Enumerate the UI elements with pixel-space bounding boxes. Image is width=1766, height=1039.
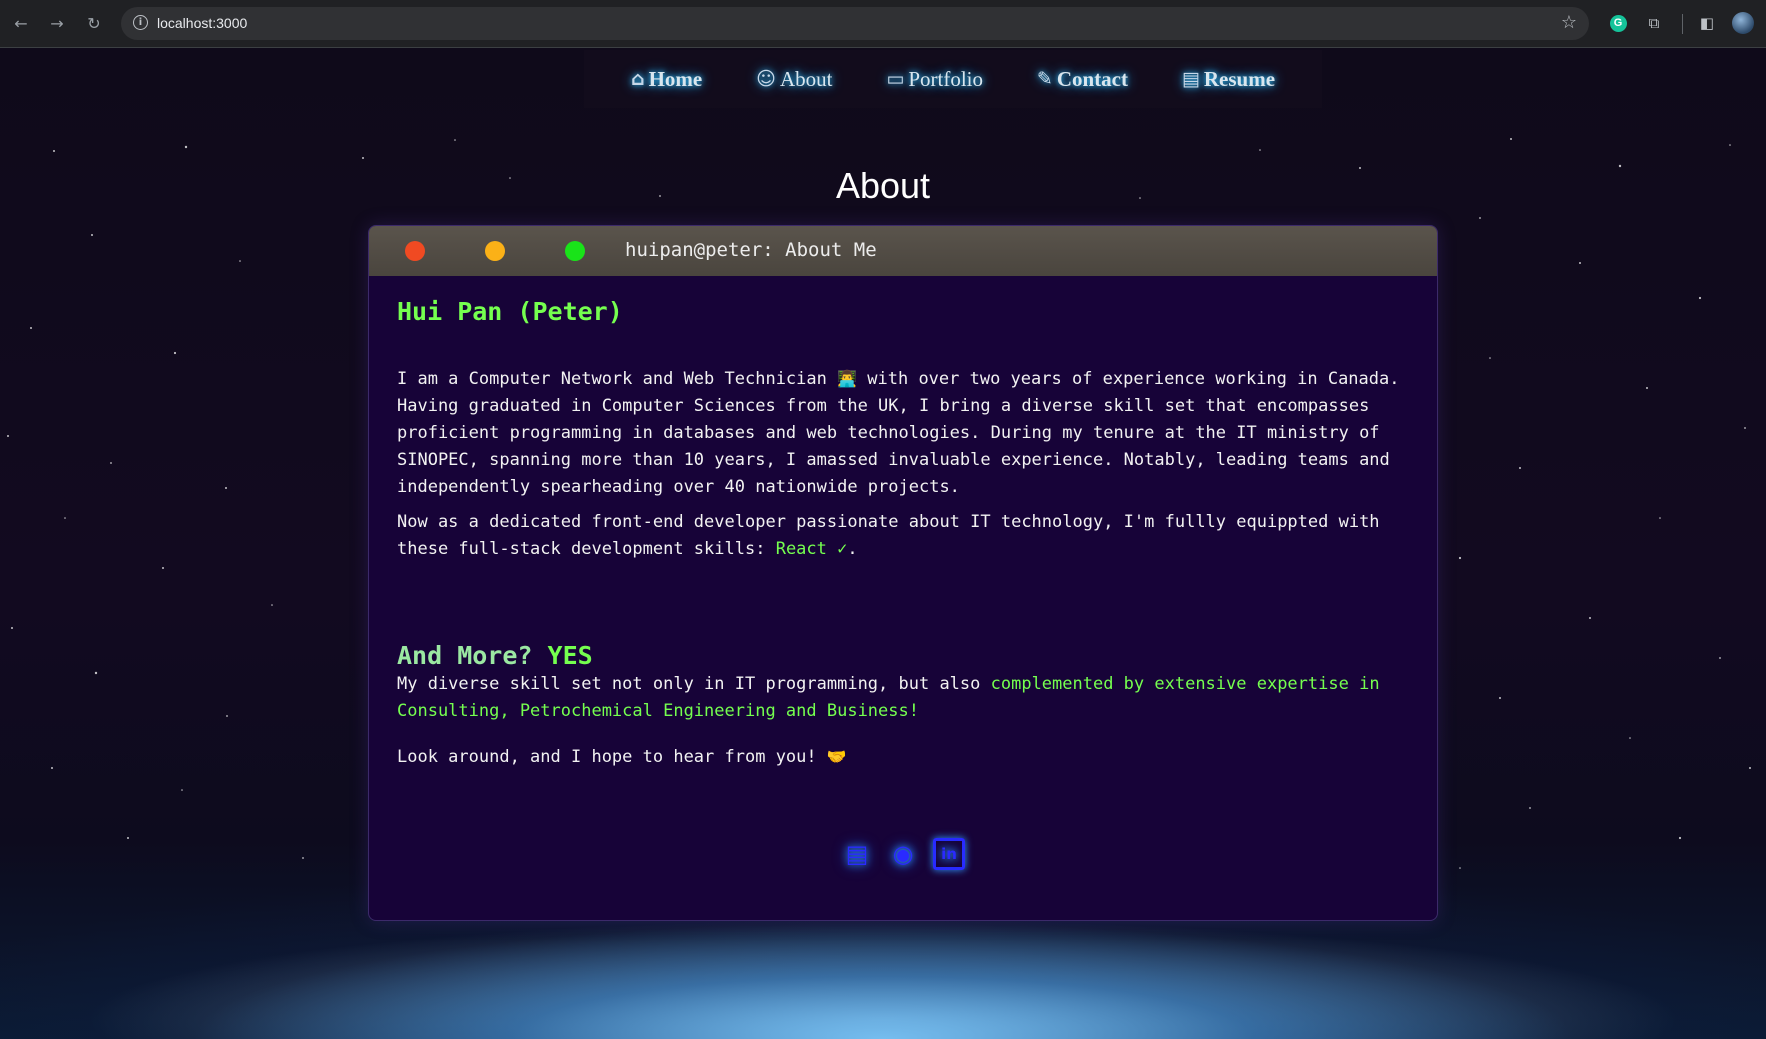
nav-home[interactable]: ⌂ Home [631, 67, 702, 92]
expertise-text: My diverse skill set not only in IT prog… [397, 674, 991, 694]
main-navigation: ⌂ Home ☺ About ▭ Portfolio ✎ Contact ▤ R… [584, 50, 1322, 108]
nav-home-label: Home [648, 66, 703, 91]
handshake-emoji-icon: 🤝 [826, 747, 847, 766]
address-bar[interactable]: i localhost:3000 ☆ [121, 7, 1589, 40]
forward-icon[interactable]: → [46, 12, 68, 34]
social-links: ▤ ◉ in [369, 838, 1437, 870]
terminal-title-bar: huipan@peter: About Me [369, 226, 1437, 276]
nav-portfolio[interactable]: ▭ Portfolio [886, 67, 983, 92]
about-terminal-window: huipan@peter: About Me Hui Pan (Peter) I… [368, 225, 1438, 921]
more-heading-question: And More? [397, 641, 548, 670]
more-heading-answer: YES [547, 641, 593, 670]
back-icon[interactable]: ← [10, 12, 32, 34]
url-text[interactable]: localhost:3000 [157, 15, 247, 31]
toolbar-divider [1682, 14, 1683, 34]
grammarly-badge: G [1609, 14, 1627, 32]
terminal-minimize-button[interactable] [485, 241, 505, 261]
grammarly-extension-icon[interactable]: G [1607, 12, 1629, 34]
nav-about[interactable]: ☺ About [756, 67, 832, 92]
terminal-title: huipan@peter: About Me [625, 239, 877, 261]
more-heading: And More? YES [397, 641, 593, 670]
closing-text: Look around, and I hope to hear from you… [397, 747, 827, 767]
edit-icon: ✎ [1036, 68, 1053, 90]
nav-contact[interactable]: ✎ Contact [1037, 67, 1128, 92]
skills-text: Now as a dedicated front-end developer p… [397, 512, 1380, 559]
reload-icon[interactable]: ↻ [83, 12, 105, 34]
github-icon[interactable]: ◉ [887, 838, 919, 870]
closing-paragraph: Look around, and I hope to hear from you… [397, 743, 1409, 771]
intro-paragraph: I am a Computer Network and Web Technici… [397, 365, 1409, 501]
user-icon: ☺ [756, 68, 776, 90]
nav-resume[interactable]: ▤ Resume [1182, 67, 1275, 92]
linkedin-icon[interactable]: in [933, 838, 965, 870]
skills-text-end: . [847, 539, 858, 559]
page-title: About [835, 165, 931, 206]
skills-paragraph: Now as a dedicated front-end developer p… [397, 509, 1409, 563]
name-heading: Hui Pan (Peter) [397, 297, 623, 326]
technician-emoji-icon: 👨‍💻 [837, 369, 858, 388]
browser-toolbar: ← → ↻ i localhost:3000 ☆ G ⧉ ◧ [0, 0, 1766, 48]
linkedin-label: in [933, 838, 965, 870]
nav-portfolio-label: Portfolio [908, 66, 983, 91]
skill-react: React ✓ [775, 539, 848, 559]
nav-about-label: About [779, 66, 833, 91]
profile-avatar[interactable] [1732, 12, 1754, 34]
side-panel-icon[interactable]: ◧ [1696, 12, 1718, 34]
home-icon: ⌂ [630, 68, 645, 90]
terminal-close-button[interactable] [405, 241, 425, 261]
nav-resume-label: Resume [1203, 66, 1276, 91]
extensions-puzzle-icon[interactable]: ⧉ [1643, 12, 1665, 34]
bookmark-star-icon[interactable]: ☆ [1561, 12, 1577, 33]
page-viewport: ⌂ Home ☺ About ▭ Portfolio ✎ Contact ▤ R… [0, 48, 1766, 1039]
file-icon: ▤ [1181, 68, 1200, 90]
intro-text-start: I am a Computer Network and Web Technici… [397, 369, 838, 389]
expertise-paragraph: My diverse skill set not only in IT prog… [397, 671, 1409, 725]
terminal-maximize-button[interactable] [565, 241, 585, 261]
nav-contact-label: Contact [1056, 66, 1128, 91]
avatar [1732, 12, 1754, 34]
resume-file-icon[interactable]: ▤ [841, 838, 873, 870]
folder-icon: ▭ [886, 68, 905, 90]
site-info-icon[interactable]: i [133, 15, 148, 30]
